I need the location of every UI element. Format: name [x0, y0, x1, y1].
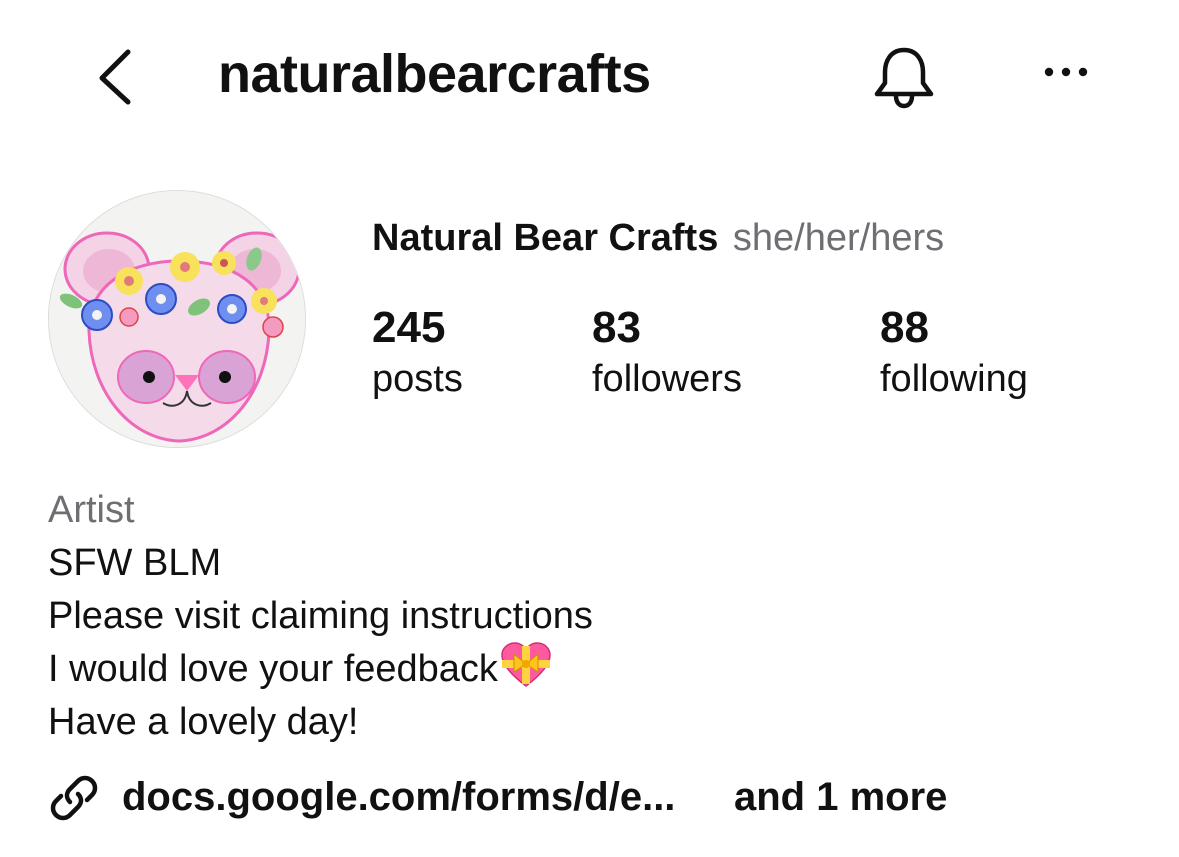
- following-label: following: [880, 358, 1028, 400]
- profile-username: naturalbearcrafts: [218, 44, 651, 104]
- posts-count: 245: [372, 303, 446, 352]
- link-icon: [50, 775, 98, 821]
- more-options-button[interactable]: [1036, 50, 1096, 94]
- profile-bio: Artist SFW BLM Please visit claiming ins…: [48, 484, 593, 749]
- bio-line-text: I would love your feedback: [48, 648, 498, 690]
- bell-icon: [874, 47, 934, 109]
- bio-line: Please visit claiming instructions: [48, 595, 593, 637]
- stat-following[interactable]: 88 following: [880, 300, 1028, 402]
- bio-line-with-emoji: I would love your feedback: [48, 642, 593, 696]
- followers-label: followers: [592, 358, 742, 400]
- following-count: 88: [880, 303, 929, 352]
- notifications-button[interactable]: [868, 40, 940, 112]
- link-more[interactable]: and 1 more: [734, 770, 947, 824]
- chevron-left-icon: [99, 49, 131, 105]
- back-button[interactable]: [88, 40, 148, 112]
- stat-posts[interactable]: 245 posts: [372, 300, 463, 402]
- display-name: Natural Bear Crafts: [372, 217, 719, 259]
- posts-label: posts: [372, 358, 463, 400]
- ellipsis-icon: [1044, 67, 1088, 77]
- profile-header: naturalbearcrafts: [0, 0, 1179, 150]
- bio-line: Have a lovely day!: [48, 701, 359, 743]
- pronouns: she/her/hers: [732, 217, 945, 259]
- profile-avatar[interactable]: [48, 190, 306, 448]
- bear-with-flower-crown-avatar: [49, 191, 305, 447]
- stat-followers[interactable]: 83 followers: [592, 300, 742, 402]
- bio-line: SFW BLM: [48, 542, 222, 584]
- heart-with-ribbon-emoji: [501, 642, 551, 687]
- profile-name-line: Natural Bear Crafts she/her/hers: [372, 214, 944, 262]
- followers-count: 83: [592, 303, 641, 352]
- link-url[interactable]: docs.google.com/forms/d/e...: [122, 770, 675, 824]
- bio-category: Artist: [48, 489, 135, 531]
